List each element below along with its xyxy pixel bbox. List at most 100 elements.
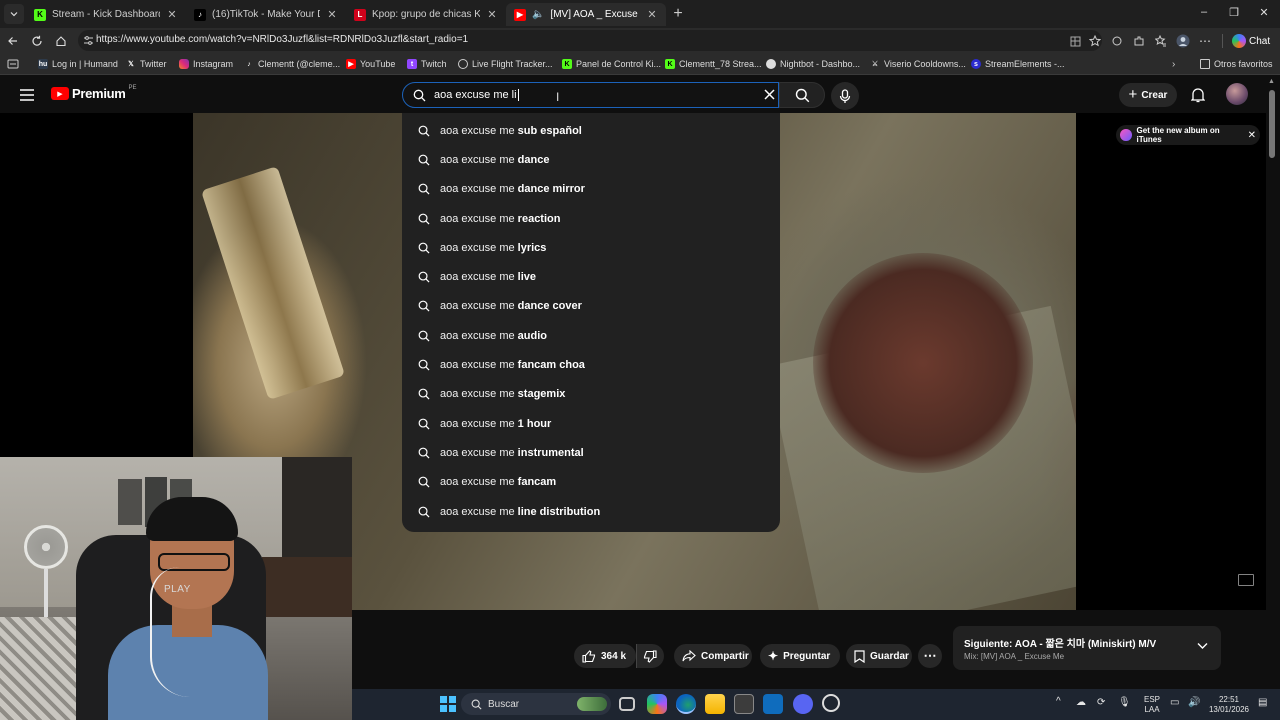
ask-button[interactable]: ✦ Preguntar [760, 644, 840, 668]
extension-refresh-icon[interactable] [1108, 32, 1126, 50]
new-tab-plus-icon[interactable]: + [669, 5, 687, 23]
suggestion-item[interactable]: aoa excuse me audio [402, 321, 780, 350]
bookmark-humand[interactable]: hu Log in | Humand [38, 57, 118, 71]
suggestion-item[interactable]: aoa excuse me dance mirror [402, 175, 780, 204]
back-arrow-icon[interactable] [4, 32, 22, 50]
suggestion-item[interactable]: aoa excuse me 1 hour [402, 409, 780, 438]
bookmark-nightbot[interactable]: Nightbot - Dashbo... [766, 57, 860, 71]
bookmarks-bar: hu Log in | Humand 𝕏 Twitter Instagram ♪ Cl… [0, 53, 1280, 75]
fullscreen-exit-icon[interactable] [1238, 574, 1254, 586]
copilot-taskbar-icon[interactable] [647, 694, 667, 714]
bookmark-instagram[interactable]: Instagram [179, 57, 233, 71]
start-windows-icon[interactable] [440, 696, 456, 712]
favorites-icon[interactable] [1152, 32, 1170, 50]
site-info-icon[interactable] [82, 34, 94, 46]
mail-icon[interactable] [763, 694, 783, 714]
close-icon[interactable]: ✕ [1248, 130, 1256, 141]
bookmark-streamelements[interactable]: s StreamElements -... [971, 57, 1065, 71]
dislike-button[interactable] [636, 644, 664, 668]
file-explorer-icon[interactable] [705, 694, 725, 714]
suggestion-item[interactable]: aoa excuse me dance cover [402, 292, 780, 321]
network-icon[interactable]: ▭ [1170, 698, 1179, 708]
suggestion-item[interactable]: aoa excuse me lyrics [402, 233, 780, 262]
notifications-icon[interactable]: ▤ [1258, 698, 1267, 708]
bookmark-twitch[interactable]: t Twitch [407, 57, 447, 71]
close-icon[interactable]: ✕ [166, 8, 178, 21]
page-scrollbar-thumb[interactable] [1269, 90, 1275, 158]
speaker-icon[interactable]: 🔈 [532, 9, 544, 20]
suggestion-item[interactable]: aoa excuse me sub español [402, 116, 780, 145]
bookmark-twitter[interactable]: 𝕏 Twitter [126, 57, 166, 71]
copilot-chat-button[interactable]: Chat [1232, 31, 1274, 51]
close-icon[interactable]: ✕ [326, 8, 338, 21]
suggestion-item[interactable]: aoa excuse me reaction [402, 204, 780, 233]
account-avatar[interactable] [1226, 83, 1248, 105]
microphone-icon[interactable] [831, 82, 859, 110]
minimize-icon[interactable]: – [1196, 6, 1212, 18]
search-button[interactable] [779, 82, 825, 108]
app-available-icon[interactable] [1066, 32, 1084, 50]
suggestion-item[interactable]: aoa excuse me dance [402, 145, 780, 174]
bookmark-kick-panel[interactable]: K Panel de Control Ki... [562, 57, 661, 71]
tray-overflow-chevron-icon[interactable]: ^ [1056, 697, 1061, 707]
bookmark-clementt-tiktok[interactable]: ♪ Clementt (@cleme... [244, 57, 340, 71]
bookmark-youtube[interactable]: ▶ YouTube [346, 57, 395, 71]
home-icon[interactable] [52, 32, 70, 50]
volume-icon[interactable]: 🔊 [1188, 698, 1200, 708]
suggestion-item[interactable]: aoa excuse me live [402, 262, 780, 291]
more-options-icon[interactable]: ⋯ [1196, 32, 1214, 50]
refresh-icon[interactable] [28, 32, 46, 50]
search-box[interactable]: aoa excuse me li I [402, 82, 779, 108]
taskbar-search[interactable]: Buscar [461, 693, 611, 715]
bookmark-kick-stream[interactable]: K Clementt_78 Strea... [665, 57, 762, 71]
window-close-icon[interactable]: ✕ [1256, 6, 1272, 19]
create-button[interactable]: + Crear [1119, 83, 1177, 107]
favorite-star-icon[interactable] [1086, 32, 1104, 50]
microsoft-store-icon[interactable] [734, 694, 754, 714]
profile-avatar-icon[interactable] [1174, 32, 1192, 50]
extension-icon[interactable] [1130, 32, 1148, 50]
youtube-premium-logo[interactable]: ▶ Premium PE [51, 85, 137, 101]
tab-youtube[interactable]: ▶ 🔈 [MV] AOA _ Excuse Me - YouT ✕ [506, 3, 666, 26]
language-indicator[interactable]: ESP LAA [1140, 695, 1164, 715]
reading-list-icon[interactable] [7, 58, 19, 70]
close-icon[interactable]: ✕ [646, 8, 658, 21]
suggestion-item[interactable]: aoa excuse me instrumental [402, 438, 780, 467]
task-view-icon[interactable] [619, 697, 635, 711]
tab-kick[interactable]: K Stream - Kick Dashboard ✕ [26, 3, 186, 26]
scroll-up-icon[interactable]: ▲ [1268, 78, 1275, 85]
save-button[interactable]: Guardar [846, 644, 912, 668]
bookmarks-overflow-chevron-icon[interactable]: › [1172, 57, 1175, 71]
menu-hamburger-icon[interactable] [18, 86, 36, 104]
page-scrollbar-track[interactable] [1266, 76, 1280, 690]
share-button[interactable]: Compartir [674, 644, 752, 668]
close-icon[interactable]: ✕ [486, 8, 498, 21]
suggestion-item[interactable]: aoa excuse me fancam choa [402, 350, 780, 379]
up-next-card[interactable]: Siguiente: AOA - 짧은 치마 (Miniskirt) M/V M… [953, 626, 1221, 670]
other-bookmarks[interactable]: Otros favoritos [1200, 57, 1273, 71]
like-button[interactable]: 364 k [574, 644, 636, 668]
tray-app-icon[interactable]: ⟳ [1097, 698, 1105, 708]
suggestion-item[interactable]: aoa excuse me stagemix [402, 380, 780, 409]
tray-microphone-icon[interactable]: 🎙 [1118, 698, 1131, 708]
search-input[interactable]: aoa excuse me li [434, 89, 519, 101]
bookmark-flight-tracker[interactable]: Live Flight Tracker... [458, 57, 553, 71]
suggestion-item[interactable]: aoa excuse me fancam [402, 468, 780, 497]
nightbot-icon [766, 59, 776, 69]
onedrive-cloud-icon[interactable]: ☁ [1076, 698, 1086, 708]
tab-news[interactable]: L Kpop: grupo de chicas Kpop disue ✕ [346, 3, 506, 26]
promo-card[interactable]: Get the new album on iTunes ✕ [1116, 125, 1260, 145]
clear-search-icon[interactable] [763, 88, 776, 101]
bookmark-viserio[interactable]: ⚔ Viserio Cooldowns... [870, 57, 966, 71]
more-actions-icon[interactable]: ⋯ [918, 644, 942, 668]
obs-icon[interactable] [822, 694, 840, 712]
tab-list-chevron-icon[interactable] [4, 4, 24, 24]
chevron-down-icon[interactable] [1197, 642, 1208, 650]
edge-browser-icon[interactable] [676, 694, 696, 714]
discord-icon[interactable] [793, 694, 813, 714]
notifications-bell-icon[interactable] [1188, 85, 1208, 105]
suggestion-item[interactable]: aoa excuse me line distribution [402, 497, 780, 526]
clock[interactable]: 22:51 13/01/2026 [1206, 695, 1252, 715]
tab-tiktok[interactable]: ♪ (16)TikTok - Make Your Day ✕ [186, 3, 346, 26]
restore-icon[interactable]: ❐ [1226, 6, 1242, 19]
